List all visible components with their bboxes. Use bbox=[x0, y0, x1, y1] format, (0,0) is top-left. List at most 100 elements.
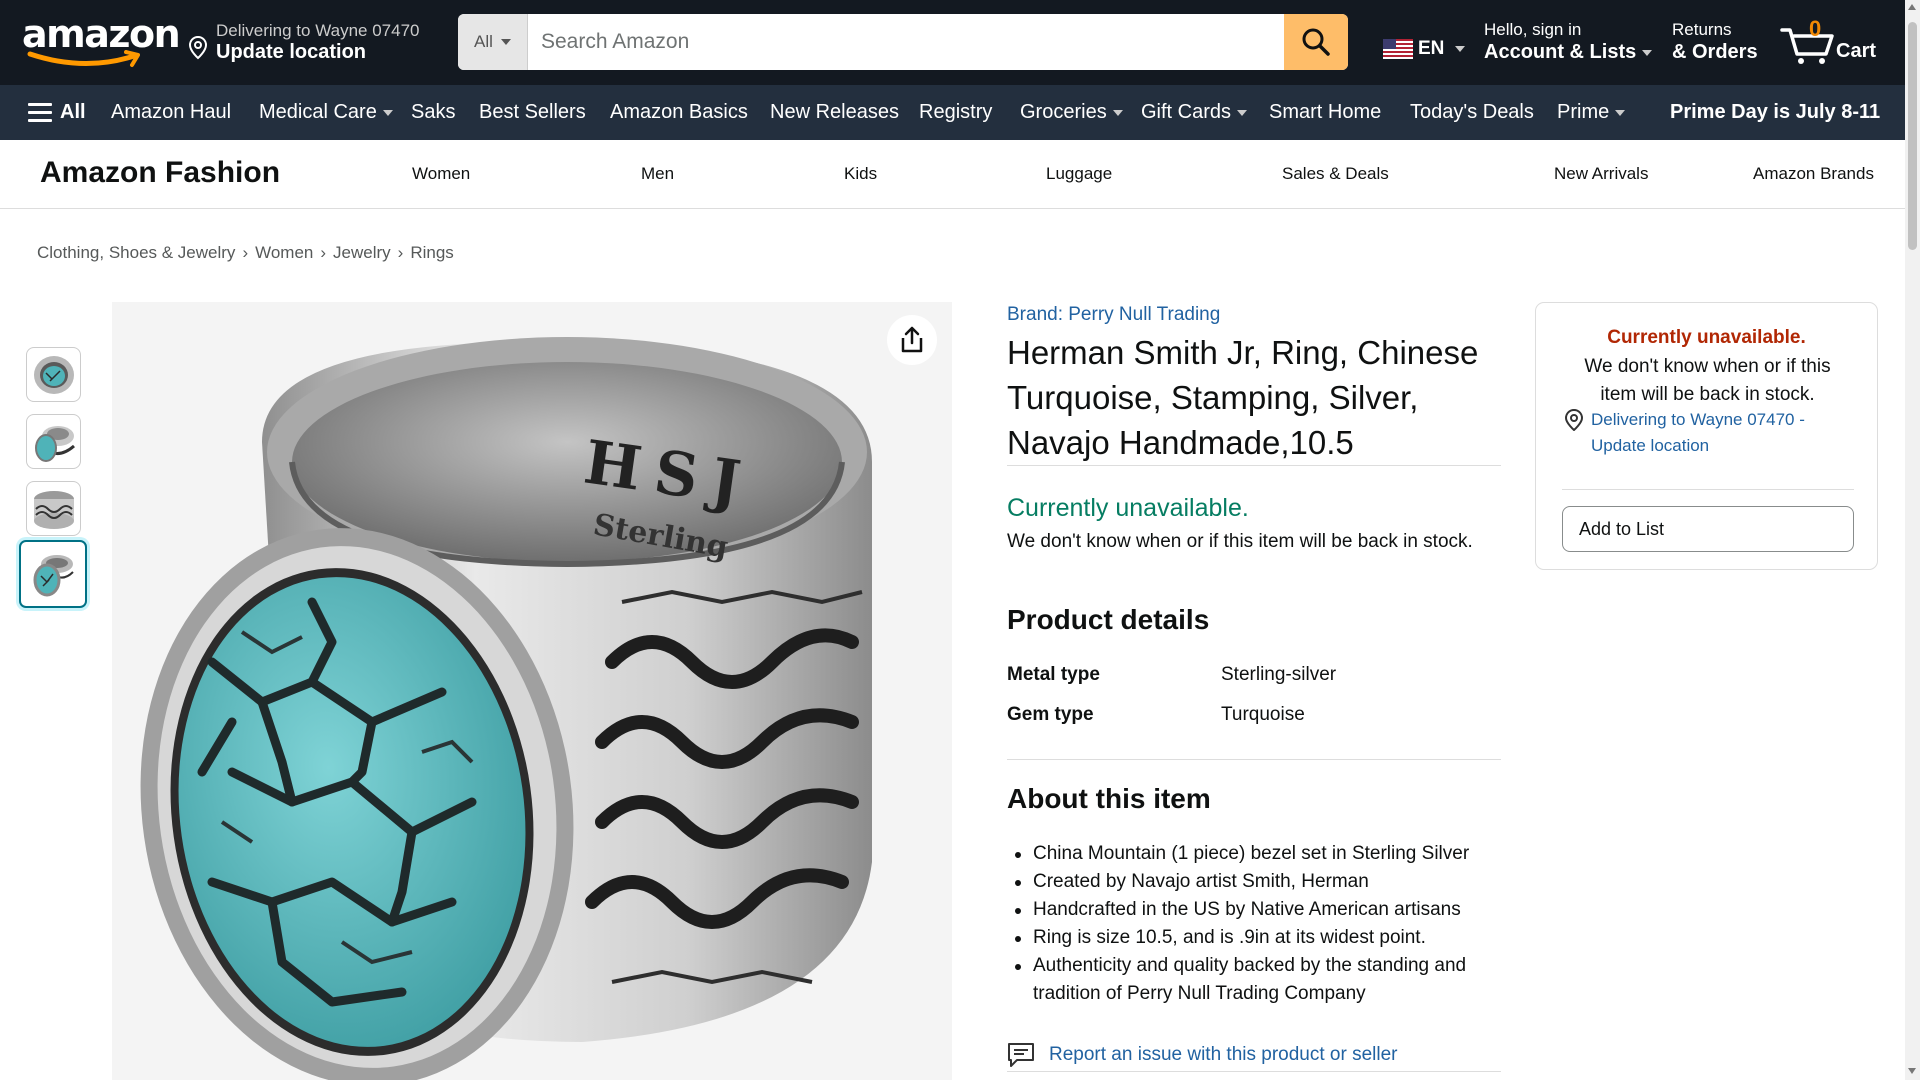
chevron-down-icon bbox=[1615, 109, 1626, 116]
nav-item-label: Groceries bbox=[1020, 101, 1107, 123]
account-greeting: Hello, sign in bbox=[1484, 20, 1582, 39]
nav-item-gift-cards[interactable]: Gift Cards bbox=[1141, 85, 1248, 140]
chevron-down-icon bbox=[1455, 46, 1466, 52]
fashion-link-sales-deals[interactable]: Sales & Deals bbox=[1282, 164, 1389, 184]
language-selector[interactable]: EN bbox=[1383, 38, 1466, 60]
breadcrumb-link[interactable]: Rings bbox=[410, 243, 453, 262]
feature-bullet: Handcrafted in the US by Native American… bbox=[1007, 896, 1507, 924]
share-button[interactable] bbox=[887, 315, 937, 365]
feature-bullet: China Mountain (1 piece) bezel set in St… bbox=[1007, 840, 1507, 868]
fashion-link-luggage[interactable]: Luggage bbox=[1046, 164, 1112, 184]
chevron-down-icon bbox=[1112, 109, 1123, 116]
fashion-link-women[interactable]: Women bbox=[412, 164, 470, 184]
buy-box: Currently unavailable. We don't know whe… bbox=[1535, 302, 1878, 570]
ring-thumbnail-image bbox=[33, 490, 74, 529]
all-menu-button[interactable]: All bbox=[20, 85, 86, 140]
prime-day-promo[interactable]: Prime Day is July 8-11 bbox=[1670, 85, 1880, 140]
product-details-heading: Product details bbox=[1007, 604, 1210, 635]
feature-bullet: Authenticity and quality backed by the s… bbox=[1007, 952, 1507, 1008]
returns-line1: Returns bbox=[1672, 20, 1732, 39]
ring-thumbnail-image bbox=[33, 555, 74, 597]
us-flag-icon bbox=[1383, 39, 1413, 59]
detail-key: Metal type bbox=[1007, 664, 1100, 685]
nav-item-label: Gift Cards bbox=[1141, 101, 1232, 123]
search-input[interactable] bbox=[528, 14, 1284, 70]
feature-bullet: Ring is size 10.5, and is .9in at its wi… bbox=[1007, 924, 1507, 952]
breadcrumb-separator: › bbox=[242, 243, 249, 262]
buybox-note: We don't know when or if this item will … bbox=[1584, 356, 1831, 405]
fashion-store-title[interactable]: Amazon Fashion bbox=[40, 156, 280, 190]
nav-item-amazon-basics[interactable]: Amazon Basics bbox=[610, 85, 748, 140]
scrollbar-thumb[interactable] bbox=[1908, 22, 1917, 250]
search-bar: All bbox=[458, 14, 1348, 70]
page-scrollbar[interactable] bbox=[1905, 0, 1920, 1080]
cart-icon bbox=[1780, 28, 1834, 64]
share-icon bbox=[901, 326, 923, 353]
turquoise-ring-image: HSJ Sterling bbox=[140, 337, 872, 1080]
nav-item-medical-care[interactable]: Medical Care bbox=[259, 85, 393, 140]
nav-item-amazon-haul[interactable]: Amazon Haul bbox=[111, 85, 231, 140]
breadcrumb-separator: › bbox=[397, 243, 404, 262]
report-issue-link[interactable]: Report an issue with this product or sel… bbox=[1007, 1040, 1398, 1070]
scroll-up-arrow-icon[interactable] bbox=[1908, 4, 1916, 10]
about-this-item-heading: About this item bbox=[1007, 783, 1211, 814]
divider bbox=[1007, 465, 1501, 466]
returns-and-orders[interactable]: Returns & Orders bbox=[1672, 20, 1758, 64]
fashion-link-new-arrivals[interactable]: New Arrivals bbox=[1554, 164, 1648, 184]
search-category-dropdown[interactable]: All bbox=[458, 14, 528, 70]
language-code: EN bbox=[1418, 38, 1445, 59]
breadcrumb-link[interactable]: Jewelry bbox=[333, 243, 391, 262]
search-button[interactable] bbox=[1284, 14, 1348, 70]
nav-item-best-sellers[interactable]: Best Sellers bbox=[479, 85, 586, 140]
deliver-line2: Update location bbox=[216, 41, 367, 63]
image-thumbnail[interactable] bbox=[26, 347, 81, 402]
nav-item-new-releases[interactable]: New Releases bbox=[770, 85, 899, 140]
image-thumbnail-selected[interactable] bbox=[19, 540, 87, 608]
buybox-status: Currently unavailable. bbox=[1607, 327, 1806, 348]
buybox-location-link[interactable]: Delivering to Wayne 07470 - Update locat… bbox=[1591, 407, 1841, 459]
scroll-down-arrow-icon[interactable] bbox=[1908, 1068, 1916, 1074]
hamburger-icon bbox=[28, 103, 52, 123]
chevron-down-icon bbox=[500, 39, 511, 45]
nav-item-prime[interactable]: Prime bbox=[1557, 85, 1626, 140]
breadcrumb-link[interactable]: Clothing, Shoes & Jewelry bbox=[37, 243, 235, 262]
nav-item-registry[interactable]: Registry bbox=[919, 85, 992, 140]
add-to-list-button[interactable]: Add to List bbox=[1562, 506, 1854, 552]
account-and-lists[interactable]: Hello, sign in Account & Lists bbox=[1484, 20, 1653, 64]
location-pin-icon bbox=[1564, 409, 1584, 431]
nav-item-smart-home[interactable]: Smart Home bbox=[1269, 85, 1381, 140]
chevron-down-icon bbox=[1237, 109, 1248, 116]
divider bbox=[1562, 489, 1854, 490]
nav-item-todays-deals[interactable]: Today's Deals bbox=[1410, 85, 1534, 140]
nav-item-label: Prime bbox=[1557, 101, 1610, 123]
comment-icon bbox=[1008, 1043, 1034, 1067]
fashion-subnav: Amazon Fashion Women Men Kids Luggage Sa… bbox=[0, 140, 1905, 209]
nav-item-groceries[interactable]: Groceries bbox=[1020, 85, 1123, 140]
feature-bullet: Created by Navajo artist Smith, Herman bbox=[1007, 868, 1507, 896]
fashion-link-amazon-brands[interactable]: Amazon Brands bbox=[1753, 164, 1874, 184]
availability-note: We don't know when or if this item will … bbox=[1007, 531, 1473, 552]
logo-wordmark: amazon bbox=[22, 12, 181, 56]
breadcrumb-link[interactable]: Women bbox=[255, 243, 313, 262]
cart-button[interactable]: 0 Cart bbox=[1780, 14, 1880, 70]
search-category-label: All bbox=[474, 32, 493, 51]
amazon-logo[interactable]: amazon bbox=[22, 12, 181, 72]
image-thumbnail[interactable] bbox=[26, 481, 81, 536]
feature-bullets: China Mountain (1 piece) bezel set in St… bbox=[1007, 840, 1507, 1008]
main-product-image[interactable]: HSJ Sterling bbox=[112, 302, 952, 1080]
chevron-down-icon bbox=[1642, 49, 1653, 56]
secondary-navigation: All Amazon Haul Medical Care Saks Best S… bbox=[0, 85, 1905, 140]
cart-label: Cart bbox=[1836, 40, 1877, 62]
divider bbox=[1007, 1071, 1501, 1072]
ring-thumbnail-image bbox=[34, 425, 75, 462]
image-thumbnail[interactable] bbox=[26, 414, 81, 469]
account-label: Account & Lists bbox=[1484, 41, 1637, 63]
breadcrumb: Clothing, Shoes & Jewelry › Women › Jewelry ›… bbox=[37, 243, 454, 263]
fashion-link-men[interactable]: Men bbox=[641, 164, 674, 184]
fashion-link-kids[interactable]: Kids bbox=[844, 164, 877, 184]
returns-line2: & Orders bbox=[1672, 41, 1758, 63]
brand-store-link[interactable]: Brand: Perry Null Trading bbox=[1007, 304, 1220, 326]
breadcrumb-separator: › bbox=[320, 243, 327, 262]
nav-item-saks[interactable]: Saks bbox=[411, 85, 455, 140]
chevron-down-icon bbox=[382, 109, 393, 116]
